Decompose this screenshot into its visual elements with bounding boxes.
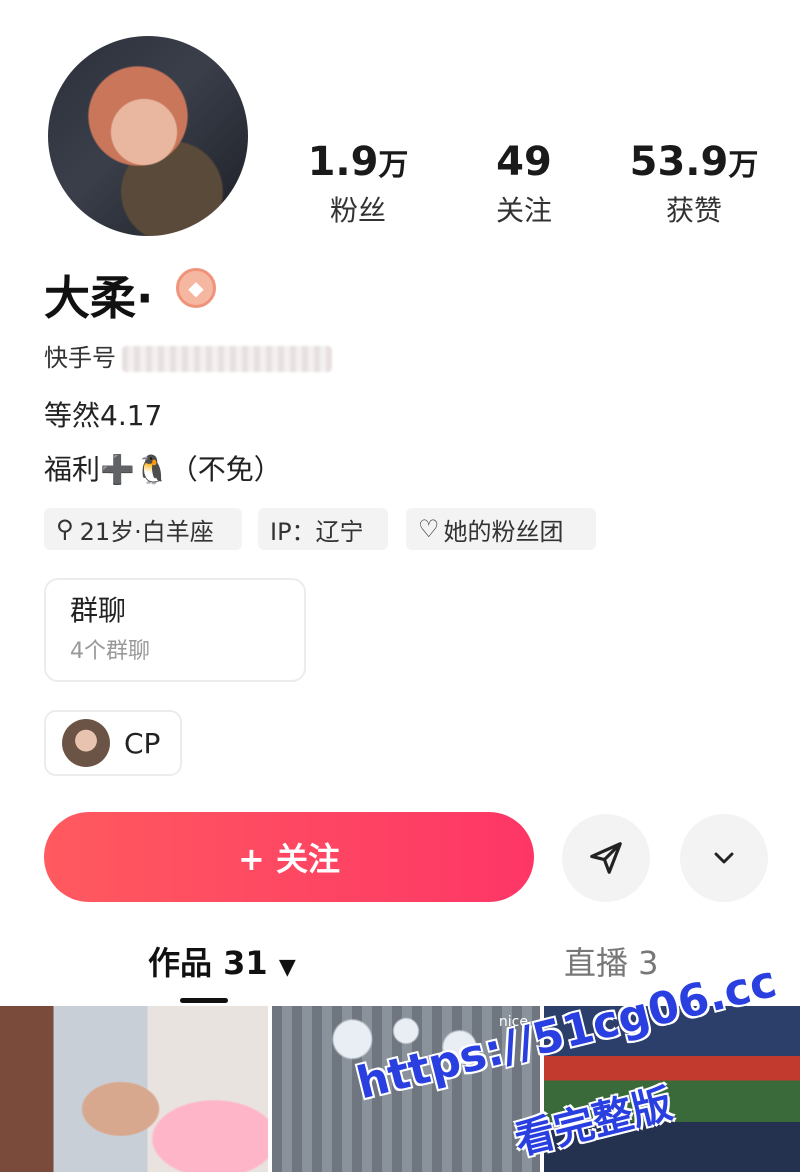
cp-button[interactable]: CP [44, 710, 182, 776]
bio-line-2: 福利➕🐧（不免） [44, 453, 282, 486]
video-thumbnail-1[interactable] [0, 1006, 268, 1172]
stat-fans-label: 粉丝 [329, 194, 386, 227]
tab-live[interactable]: 直播 3 [564, 938, 659, 984]
profile-avatar[interactable] [48, 36, 248, 236]
kuaishou-id: 快手号 [44, 338, 332, 373]
caret-down-icon: ▼ [278, 955, 296, 980]
tag-ip-label: IP：辽宁 [270, 517, 364, 546]
profile-name: 大柔· [44, 271, 154, 325]
share-button[interactable] [562, 814, 650, 902]
tag-fan-group[interactable]: ♡ 她的粉丝团 [406, 508, 596, 550]
stat-likes-label: 获赞 [665, 194, 722, 227]
send-icon [590, 842, 622, 874]
stat-following-label: 关注 [495, 194, 552, 227]
tab-works-indicator [180, 998, 228, 1003]
stat-following[interactable]: 49 关注 [454, 140, 594, 230]
gender-icon: ⚲ [56, 515, 74, 543]
group-chat-title: 群聊 [70, 594, 127, 627]
stat-fans[interactable]: 1.9万 粉丝 [288, 140, 428, 230]
group-chat-card[interactable]: 群聊 4个群聊 [44, 578, 306, 682]
kuaishou-id-blurred [122, 346, 332, 372]
bio-line-1: 等然4.17 [44, 399, 163, 432]
chevron-down-icon [714, 852, 734, 864]
heart-icon: ♡ [418, 515, 440, 543]
kuaishou-id-label: 快手号 [44, 344, 116, 372]
more-button[interactable] [680, 814, 768, 902]
group-chat-count: 4个群聊 [70, 639, 150, 664]
tab-works-label: 作品 31 [148, 944, 268, 982]
tab-works[interactable]: 作品 31 ▼ [148, 938, 296, 984]
stat-likes[interactable]: 53.9万 获赞 [624, 140, 764, 230]
tag-age-label: 21岁·白羊座 [79, 517, 214, 546]
cp-label: CP [124, 726, 161, 760]
follow-button[interactable]: + 关注 [44, 812, 534, 902]
tag-ip: IP：辽宁 [258, 508, 388, 550]
tag-fan-group-label: 她的粉丝团 [443, 517, 564, 546]
tag-age: ⚲ 21岁·白羊座 [44, 508, 242, 550]
cp-avatar [62, 719, 110, 767]
level-badge-icon[interactable]: ◆ [176, 268, 216, 308]
